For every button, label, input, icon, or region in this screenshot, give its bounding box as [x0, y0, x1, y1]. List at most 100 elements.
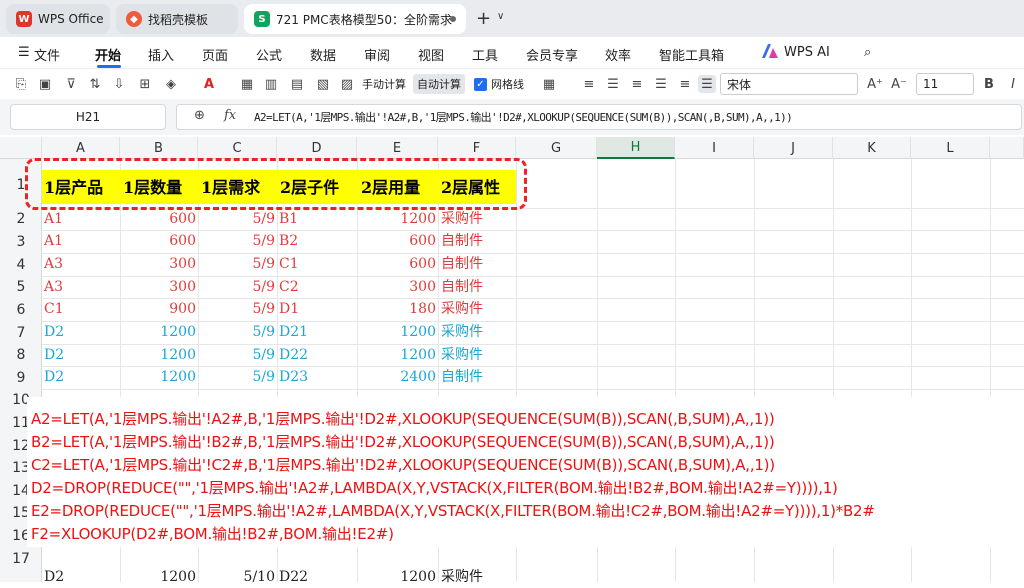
column-header-partial[interactable] [990, 137, 1024, 159]
zoom-icon[interactable]: ⊕ [194, 108, 205, 123]
paste-icon[interactable]: ▣ [36, 75, 54, 93]
menu-page[interactable]: 页面 [202, 45, 228, 64]
align-top-icon[interactable]: ≡ [580, 75, 598, 93]
border-icon[interactable]: ⊞ [136, 75, 154, 93]
calc-icon[interactable]: ▨ [338, 75, 356, 93]
column-header[interactable]: B [120, 137, 198, 159]
new-tab-icon[interactable]: + [476, 8, 491, 29]
table-cell[interactable]: 300 [357, 276, 436, 298]
chevron-down-icon[interactable]: ∨ [497, 11, 504, 22]
menu-wps-ai[interactable]: WPS AI [784, 45, 830, 60]
column-header[interactable]: C [198, 137, 277, 159]
menu-smart-toolbox[interactable]: 智能工具箱 [659, 45, 724, 64]
manual-calc-button[interactable]: 手动计算 [358, 74, 410, 94]
font-size-select[interactable]: 11 [916, 73, 974, 95]
row-header[interactable]: 17 [0, 547, 42, 570]
table-cell[interactable]: 5/9 [198, 253, 275, 275]
fx-icon[interactable]: fx [224, 108, 236, 123]
table-cell[interactable]: D2 [44, 321, 64, 343]
menu-insert[interactable]: 插入 [148, 45, 174, 64]
row-header[interactable]: 7 [0, 321, 42, 344]
table-cell[interactable]: 5/10 [198, 566, 275, 588]
table-cell[interactable]: 自制件 [441, 253, 483, 275]
table-cell[interactable]: B2 [279, 230, 298, 252]
table-cell[interactable]: 1200 [357, 208, 436, 230]
table-cell[interactable]: 5/9 [198, 344, 275, 366]
hamburger-icon[interactable]: ☰ [18, 45, 30, 60]
row-header[interactable]: 9 [0, 366, 42, 389]
row-header[interactable]: 5 [0, 276, 42, 298]
table-cell[interactable]: C1 [279, 253, 299, 275]
table-cell[interactable]: 5/9 [198, 321, 275, 343]
menu-data[interactable]: 数据 [310, 45, 336, 64]
column-header[interactable]: E [357, 137, 438, 159]
table-cell[interactable]: 600 [357, 230, 436, 252]
column-header[interactable]: L [911, 137, 990, 159]
menu-efficiency[interactable]: 效率 [605, 45, 631, 64]
table-cell[interactable]: 300 [120, 253, 196, 275]
font-name-select[interactable]: 宋体 [720, 73, 858, 95]
align-right-icon[interactable]: ≡ [676, 75, 694, 93]
table-cell[interactable]: B1 [279, 208, 298, 230]
align-left-icon[interactable]: ☰ [604, 75, 622, 93]
bold-icon[interactable]: B [980, 75, 998, 93]
table-cell[interactable]: D2 [44, 566, 64, 588]
table-cell[interactable]: 1200 [120, 566, 196, 588]
menu-tools[interactable]: 工具 [472, 45, 498, 64]
table-cell[interactable]: 600 [120, 230, 196, 252]
table-cell[interactable]: 1200 [357, 566, 436, 588]
row-header[interactable]: 3 [0, 230, 42, 253]
menu-formula[interactable]: 公式 [256, 45, 282, 64]
table-cell[interactable]: D21 [279, 321, 308, 343]
table-cell[interactable]: C1 [44, 298, 64, 320]
format-painter-icon[interactable]: ⎘ [12, 75, 30, 93]
table-cell[interactable]: 采购件 [441, 344, 483, 366]
table-cell[interactable]: 900 [120, 298, 196, 320]
column-header[interactable]: G [516, 137, 597, 159]
row-header[interactable]: 2 [0, 208, 42, 230]
table-cell[interactable]: 300 [120, 276, 196, 298]
table-cell[interactable]: 5/9 [198, 298, 275, 320]
table-cell[interactable]: 自制件 [441, 366, 483, 388]
table-cell[interactable]: D22 [279, 344, 308, 366]
tab-spreadsheet[interactable]: S 721 PMC表格模型50：全阶需求 [244, 4, 466, 34]
filter-icon[interactable]: ⊽ [62, 75, 80, 93]
table-cell[interactable]: A3 [44, 253, 63, 275]
table-cell[interactable]: 180 [357, 298, 436, 320]
table-style-icon[interactable]: ▥ [262, 75, 280, 93]
freeze-icon[interactable]: ▦ [238, 75, 256, 93]
table-cell[interactable]: C2 [279, 276, 299, 298]
search-icon[interactable]: ⌕ [864, 45, 871, 60]
align-center-icon[interactable]: ≡ [628, 75, 646, 93]
menu-member[interactable]: 会员专享 [526, 45, 578, 64]
table-cell[interactable]: 5/9 [198, 208, 275, 230]
menu-file[interactable]: 文件 [34, 45, 60, 64]
row-header[interactable]: 6 [0, 298, 42, 321]
table-cell[interactable]: 1200 [120, 366, 196, 388]
cell-style-icon[interactable]: ▤ [288, 75, 306, 93]
column-header-selected[interactable]: H [597, 137, 675, 159]
table-cell[interactable]: D2 [44, 366, 64, 388]
italic-icon[interactable]: I [1004, 75, 1022, 93]
menu-home[interactable]: 开始 [95, 45, 121, 64]
align-middle-icon[interactable]: ☰ [652, 75, 670, 93]
table-cell[interactable]: D23 [279, 366, 308, 388]
table-cell[interactable]: 1200 [120, 321, 196, 343]
column-header[interactable]: I [675, 137, 754, 159]
table-cell[interactable]: A3 [44, 276, 63, 298]
row-header[interactable]: 8 [0, 344, 42, 366]
select-all-corner[interactable] [0, 137, 42, 159]
font-shrink-icon[interactable]: A⁻ [890, 75, 908, 93]
table-cell[interactable]: 自制件 [441, 230, 483, 252]
table-cell[interactable]: 600 [357, 253, 436, 275]
table-cell[interactable]: D2 [44, 344, 64, 366]
table-cell[interactable]: 采购件 [441, 208, 483, 230]
name-box[interactable]: H21 [10, 104, 166, 130]
tab-wps-office[interactable]: W WPS Office [6, 4, 110, 34]
table-cell[interactable]: 600 [120, 208, 196, 230]
table-cell[interactable]: 1200 [357, 321, 436, 343]
table-cell[interactable]: 采购件 [441, 321, 483, 343]
auto-calc-button[interactable]: 自动计算 [413, 74, 465, 94]
table-cell[interactable]: 采购件 [441, 298, 483, 320]
tab-template[interactable]: ◆ 找稻壳模板 [116, 4, 238, 34]
